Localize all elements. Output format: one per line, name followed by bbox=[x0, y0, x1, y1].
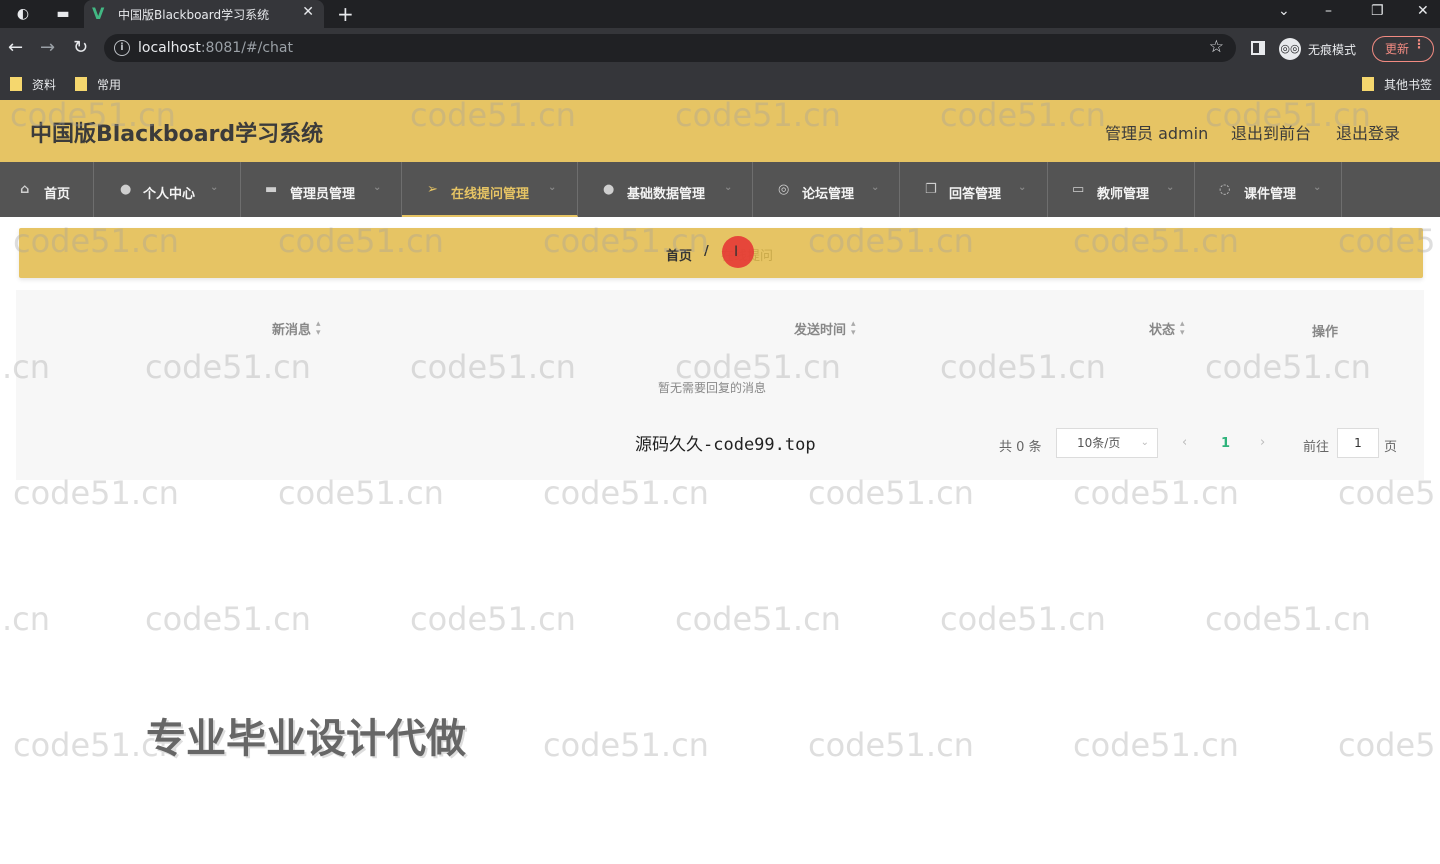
copy-icon: ❐ bbox=[925, 182, 937, 197]
bookmark-folder-materials[interactable]: 资料 bbox=[10, 76, 56, 94]
menu-item-courseware[interactable]: ◌ 课件管理 ⌄ bbox=[1195, 162, 1342, 217]
browser-toolbar: ← → ↻ i localhost:8081/#/chat ☆ ◎◎ 无痕模式 … bbox=[0, 28, 1440, 70]
breadcrumb-separator: / bbox=[704, 244, 709, 259]
prev-page-button[interactable]: ‹ bbox=[1182, 435, 1187, 450]
app-title: 中国版Blackboard学习系统 bbox=[30, 122, 324, 147]
current-user: 管理员 admin bbox=[1105, 124, 1209, 143]
watermark: code51.cn bbox=[410, 600, 576, 638]
message-table: 新消息 ▴ ▾ 发送时间 ▴ ▾ 状态 ▴ ▾ 操作 暂无需要回复的消息 源码久久-code… bbox=[16, 290, 1424, 480]
menu-item-home[interactable]: ⌂ 首页 bbox=[0, 162, 94, 217]
chevron-down-icon: ⌄ bbox=[1140, 437, 1149, 448]
column-actions: 操作 bbox=[1312, 325, 1339, 340]
watermark: .cn bbox=[2, 600, 51, 638]
home-icon: ⌂ bbox=[20, 182, 30, 197]
clock-icon: ◌ bbox=[1219, 182, 1231, 197]
side-panel-icon[interactable] bbox=[1251, 41, 1265, 55]
watermark: code51.cn bbox=[543, 726, 709, 764]
watermark: code51.cn bbox=[1205, 600, 1371, 638]
tab-title: 中国版Blackboard学习系统 bbox=[118, 8, 270, 22]
menu-item-teachers[interactable]: ▭ 教师管理 ⌄ bbox=[1048, 162, 1195, 217]
sort-icon[interactable]: ▴ ▾ bbox=[851, 320, 856, 338]
empty-state-text: 暂无需要回复的消息 bbox=[658, 381, 767, 395]
address-bar[interactable]: i localhost:8081/#/chat ☆ bbox=[104, 34, 1236, 62]
lightbulb-icon: ● bbox=[603, 182, 615, 197]
browser-tab-bar: ◐ ▬ V 中国版Blackboard学习系统 ✕ + ⌄ – ❐ ✕ bbox=[0, 0, 1440, 28]
breadcrumb-home[interactable]: 首页 bbox=[666, 245, 692, 264]
text-cursor-icon: I bbox=[734, 244, 739, 260]
goto-label: 前往 bbox=[1303, 440, 1330, 455]
ad-watermark: 专业毕业设计代做 bbox=[146, 716, 466, 762]
logout-link[interactable]: 退出登录 bbox=[1336, 120, 1400, 144]
menu-item-forum[interactable]: ◎ 论坛管理 ⌄ bbox=[753, 162, 900, 217]
app-header: 中国版Blackboard学习系统 管理员 admin 退出到前台 退出登录 bbox=[0, 100, 1440, 162]
send-icon: ➢ bbox=[427, 182, 438, 197]
front-page-link[interactable]: 退出到前台 bbox=[1231, 120, 1311, 144]
user-icon: ● bbox=[120, 182, 132, 197]
menu-item-profile[interactable]: ● 个人中心 ⌄ bbox=[94, 162, 241, 217]
star-icon[interactable]: ☆ bbox=[1209, 37, 1224, 57]
watermark: code51.cn bbox=[808, 726, 974, 764]
incognito-icon[interactable]: ◎◎ bbox=[1279, 38, 1301, 60]
back-icon[interactable]: ← bbox=[8, 38, 23, 58]
chevron-down-icon: ⌄ bbox=[373, 182, 382, 193]
column-new-message[interactable]: 新消息 ▴ ▾ bbox=[272, 319, 321, 339]
reload-icon[interactable]: ↻ bbox=[73, 38, 88, 58]
chevron-down-icon: ⌄ bbox=[724, 182, 733, 193]
chevron-down-icon: ⌄ bbox=[1313, 182, 1322, 193]
globe-icon[interactable]: ◐ bbox=[14, 5, 32, 23]
card-icon: ▭ bbox=[1072, 182, 1085, 197]
chevron-down-icon: ⌄ bbox=[1018, 182, 1027, 193]
chevron-down-icon[interactable]: ⌄ bbox=[1278, 3, 1290, 19]
column-send-time[interactable]: 发送时间 ▴ ▾ bbox=[794, 319, 856, 339]
main-menu: ⌂ 首页 ● 个人中心 ⌄ ▬ 管理员管理 ⌄ ➢ 在线提问管理 ⌄ ● 基础数… bbox=[0, 162, 1440, 217]
folder-icon bbox=[10, 77, 22, 91]
page-unit-label: 页 bbox=[1384, 440, 1398, 455]
url-text[interactable]: localhost:8081/#/chat bbox=[138, 40, 293, 56]
plus-icon[interactable]: + bbox=[337, 2, 354, 26]
menu-item-admins[interactable]: ▬ 管理员管理 ⌄ bbox=[241, 162, 402, 217]
menu-item-base-data[interactable]: ● 基础数据管理 ⌄ bbox=[578, 162, 753, 217]
breadcrumb: 首页 / 在线提问 bbox=[19, 228, 1423, 278]
menu-dots-icon[interactable]: ⋮ bbox=[1413, 37, 1425, 51]
watermark: code51.cn bbox=[940, 600, 1106, 638]
bookmarks-bar: 资料 常用 其他书签 bbox=[0, 70, 1440, 100]
sort-icon[interactable]: ▴ ▾ bbox=[1180, 320, 1185, 338]
incognito-label[interactable]: 无痕模式 bbox=[1308, 41, 1356, 58]
chevron-down-icon: ⌄ bbox=[210, 182, 219, 193]
vue-icon: V bbox=[92, 4, 105, 23]
watermark: code51.cn bbox=[675, 600, 841, 638]
forward-icon[interactable]: → bbox=[40, 38, 55, 58]
restore-icon[interactable]: ❐ bbox=[1371, 3, 1384, 19]
source-watermark: 源码久久-code99.top bbox=[635, 435, 816, 455]
compass-icon: ◎ bbox=[778, 182, 790, 197]
window-icon[interactable]: ▬ bbox=[54, 5, 72, 23]
bookmark-folder-other[interactable]: 其他书签 bbox=[1362, 76, 1432, 94]
chevron-down-icon: ⌄ bbox=[871, 182, 880, 193]
folder-icon bbox=[75, 77, 87, 91]
update-button[interactable]: 更新 ⋮ bbox=[1372, 36, 1434, 62]
column-status[interactable]: 状态 ▴ ▾ bbox=[1149, 319, 1185, 339]
menu-item-answers[interactable]: ❐ 回答管理 ⌄ bbox=[900, 162, 1048, 217]
info-icon[interactable]: i bbox=[114, 40, 130, 56]
next-page-button[interactable]: › bbox=[1260, 435, 1265, 450]
goto-page-input[interactable] bbox=[1337, 428, 1379, 458]
page-size-select[interactable]: 10条/页 ⌄ bbox=[1056, 428, 1158, 458]
page-number-current[interactable]: 1 bbox=[1221, 436, 1230, 451]
bookmark-folder-common[interactable]: 常用 bbox=[75, 76, 121, 94]
sort-icon[interactable]: ▴ ▾ bbox=[316, 320, 321, 338]
chevron-down-icon: ⌄ bbox=[1166, 182, 1175, 193]
chevron-down-icon: ⌄ bbox=[548, 182, 557, 193]
watermark: code51.cn bbox=[145, 600, 311, 638]
minimize-icon[interactable]: – bbox=[1325, 3, 1332, 19]
browser-tab[interactable]: V 中国版Blackboard学习系统 ✕ bbox=[84, 0, 324, 28]
watermark: code51.cn bbox=[1073, 726, 1239, 764]
window-close-icon[interactable]: ✕ bbox=[1417, 3, 1429, 19]
pagination-total: 共 0 条 bbox=[999, 440, 1042, 455]
menu-item-questions[interactable]: ➢ 在线提问管理 ⌄ bbox=[402, 162, 578, 217]
close-icon[interactable]: ✕ bbox=[302, 4, 314, 20]
folder-icon bbox=[1362, 77, 1374, 91]
folder-icon: ▬ bbox=[265, 182, 278, 197]
watermark: code5 bbox=[1338, 726, 1436, 764]
